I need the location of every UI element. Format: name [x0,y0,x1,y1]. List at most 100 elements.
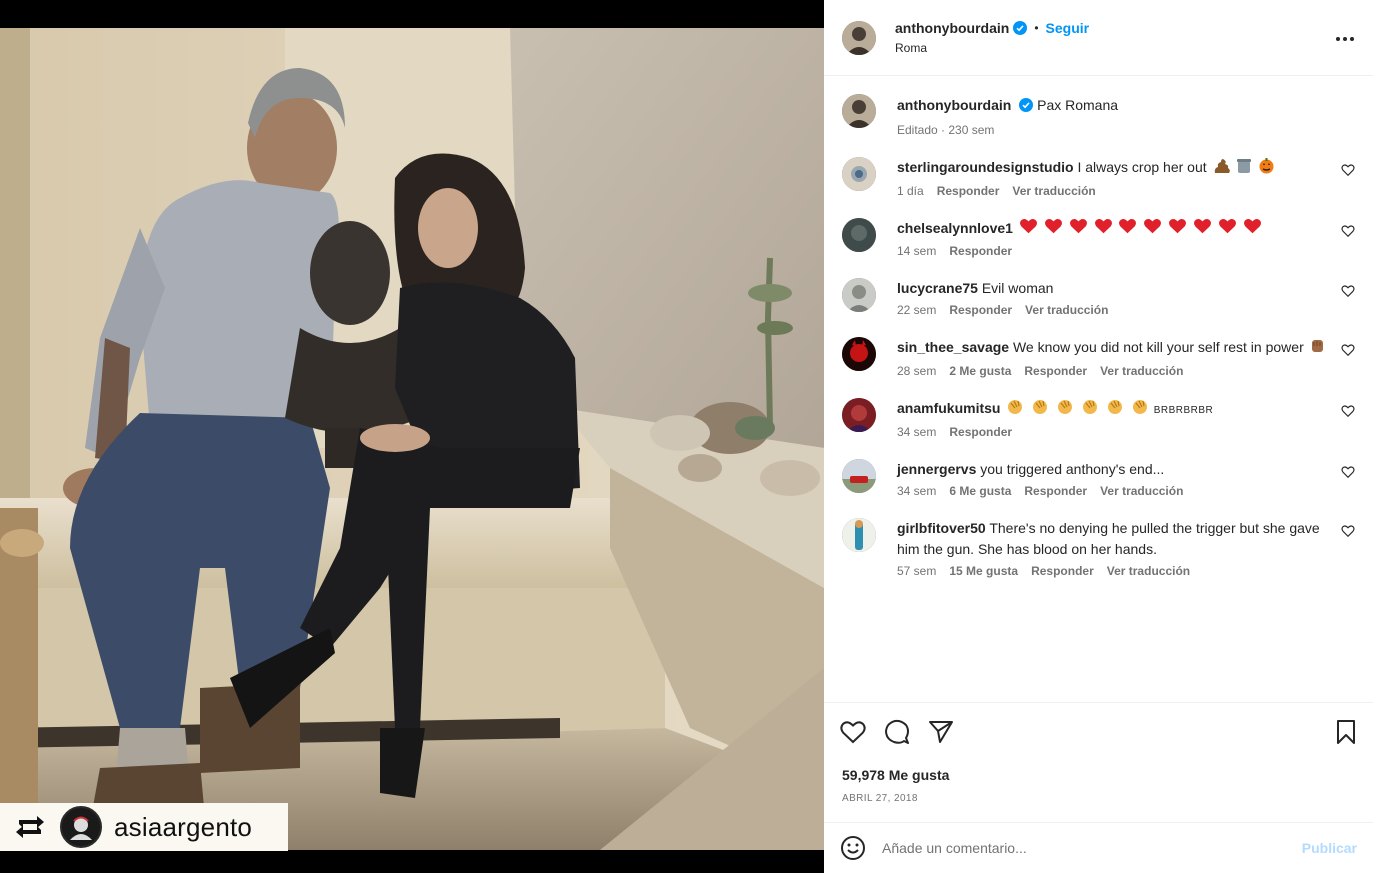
comment-like-heart-icon[interactable] [1341,224,1355,238]
comment-avatar[interactable] [842,517,876,552]
comment-time[interactable]: 1 día [897,184,924,198]
more-options-icon[interactable] [1334,28,1356,50]
caption-username[interactable]: anthonybourdain [897,97,1011,113]
comment-avatar[interactable] [842,337,876,372]
comment-bubble-icon[interactable] [884,719,910,745]
author-username[interactable]: anthonybourdain [895,20,1009,36]
trash-can-emoji-icon [1236,157,1252,180]
comment-input[interactable]: Añade un comentario... [882,840,1302,856]
reply-button[interactable]: Responder [949,425,1012,439]
comment-username[interactable]: sin_thee_savage [897,339,1009,355]
comment-likes[interactable]: 15 Me gusta [949,564,1018,578]
heart-emoji-icon [1019,218,1038,240]
comment-text: We know you did not kill your self rest … [1012,339,1304,356]
post-location[interactable]: Roma [895,41,1089,55]
reply-button[interactable]: Responder [949,244,1012,258]
comment-like-heart-icon[interactable] [1341,343,1355,357]
comment-like-heart-icon[interactable] [1341,524,1355,538]
comment-username[interactable]: lucycrane75 [897,280,978,296]
comment-text: I always crop her out [1077,159,1207,176]
emoji-smiley-icon[interactable] [840,835,866,861]
jack-o-lantern-emoji-icon [1258,157,1275,180]
caption-avatar[interactable] [842,94,876,128]
comment-likes[interactable]: 6 Me gusta [949,484,1011,498]
comment-like-heart-icon[interactable] [1341,284,1355,298]
comment-like-heart-icon[interactable] [1341,163,1355,177]
post-date[interactable]: ABRIL 27, 2018 [824,783,1373,804]
post-side-panel: anthonybourdain • Seguir Roma anthonybou… [824,0,1373,873]
like-heart-icon[interactable] [840,720,866,744]
comment-username[interactable]: sterlingaroundesignstudio [897,159,1074,175]
translate-button[interactable]: Ver traducción [1100,484,1183,498]
comment-time[interactable]: 22 sem [897,303,936,317]
post-photo-pane: asiaargento [0,0,824,873]
comment-text: you triggered anthony's end... [980,460,1165,477]
author-avatar[interactable] [842,20,876,55]
comment-avatar[interactable] [842,397,876,432]
heart-emoji-icon [1044,218,1063,240]
heart-emoji-icon [1069,218,1088,240]
comment-username[interactable]: anamfukumitsu [897,400,1000,416]
comment-avatar[interactable] [842,157,876,191]
comment-item: lucycrane75 Evil woman 22 sem Responder … [842,278,1355,317]
reply-button[interactable]: Responder [937,184,1000,198]
comment-time[interactable]: 57 sem [897,564,936,578]
translate-button[interactable]: Ver traducción [1107,564,1190,578]
comment-text: Evil woman [981,280,1054,297]
share-send-icon[interactable] [928,720,954,744]
photo-illustration [0,28,824,850]
comment-username[interactable]: jennergervs [897,461,976,477]
heart-emoji-icon [1193,218,1212,240]
reply-button[interactable]: Responder [1024,484,1087,498]
follow-button[interactable]: Seguir [1046,20,1090,36]
post-actions: 59,978 Me gusta ABRIL 27, 2018 [824,702,1373,804]
comment-time[interactable]: 28 sem [897,364,936,378]
caption-text: Pax Romana [1037,97,1119,113]
comment-username[interactable]: chelsealynnlove1 [897,220,1013,236]
heart-emoji-icon [1218,218,1237,240]
comment-item: chelsealynnlove1 14 sem Responder [842,218,1355,258]
verified-badge-icon [1019,98,1034,112]
comment-likes[interactable]: 2 Me gusta [949,364,1011,378]
publish-button[interactable]: Publicar [1302,840,1357,856]
translate-button[interactable]: Ver traducción [1012,184,1095,198]
repost-username: asiaargento [114,811,253,842]
comment-item: sterlingaroundesignstudio I always crop … [842,157,1355,198]
clap-emoji-icon [1081,398,1100,421]
heart-emoji-icon [1168,218,1187,240]
heart-emoji-icon [1243,218,1262,240]
repost-icon [12,812,48,842]
reply-button[interactable]: Responder [1024,364,1087,378]
comment-avatar[interactable] [842,278,876,313]
clap-emoji-icon [1106,398,1125,421]
comment-avatar[interactable] [842,458,876,493]
heart-emoji-icon [1118,218,1137,240]
clap-emoji-icon [1006,398,1025,421]
raised-fist-emoji-icon [1310,338,1325,360]
comment-item: anamfukumitsu BRBRBRBR 34 sem Responder [842,397,1355,439]
reply-button[interactable]: Responder [1031,564,1094,578]
comment-username[interactable]: girlbfitover50 [897,520,986,536]
save-bookmark-icon[interactable] [1335,719,1357,745]
repost-tag: asiaargento [0,803,288,851]
reply-button[interactable]: Responder [949,303,1012,317]
comment-item: jennergervs you triggered anthony's end.… [842,458,1355,498]
comment-avatar[interactable] [842,218,876,252]
clap-emoji-icon [1131,398,1150,421]
comment-time[interactable]: 34 sem [897,484,936,498]
heart-emoji-icon [1143,218,1162,240]
translate-button[interactable]: Ver traducción [1025,303,1108,317]
comment-time[interactable]: 34 sem [897,425,936,439]
heart-emoji-icon [1094,218,1113,240]
repost-avatar [60,806,102,848]
comment-like-heart-icon[interactable] [1341,465,1355,479]
post-photo[interactable] [0,28,824,850]
comment-like-heart-icon[interactable] [1341,404,1355,418]
clap-emoji-icon [1031,398,1050,421]
clap-emoji-icon [1056,398,1075,421]
comments-list[interactable]: anthonybourdain Pax Romana Editado · 230… [824,76,1373,702]
likes-count[interactable]: 59,978 Me gusta [824,761,1373,783]
post-caption: anthonybourdain Pax Romana Editado · 230… [842,94,1355,137]
translate-button[interactable]: Ver traducción [1100,364,1183,378]
comment-time[interactable]: 14 sem [897,244,936,258]
